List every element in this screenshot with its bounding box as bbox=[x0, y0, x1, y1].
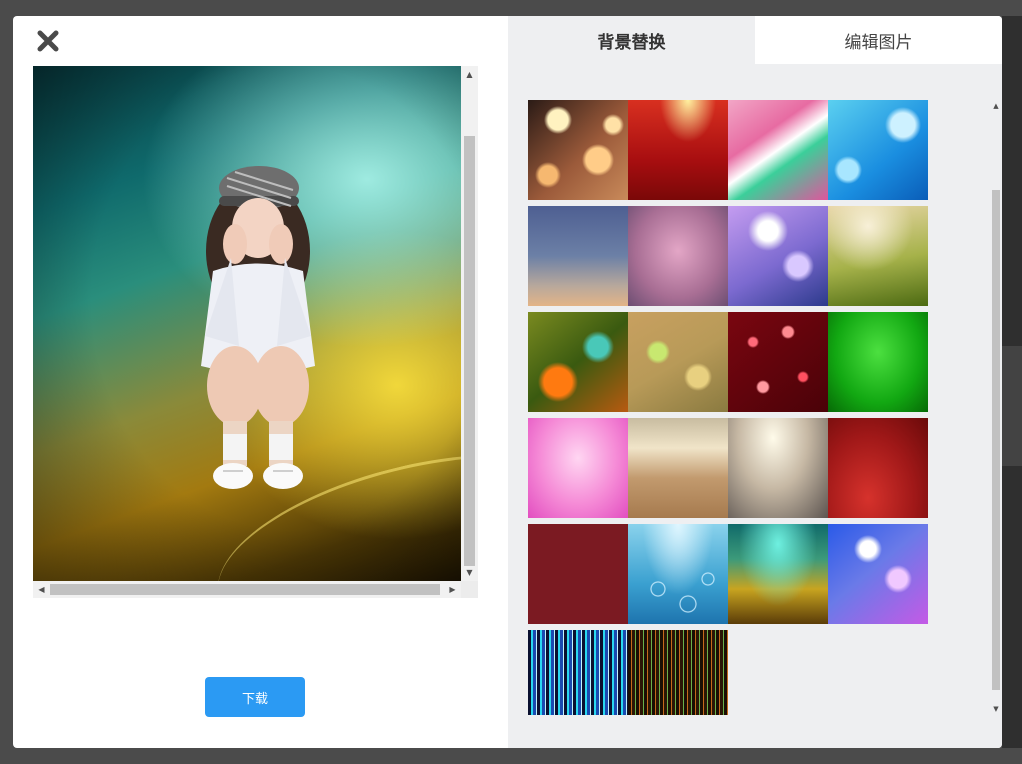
background-thumb-red-sparkle[interactable] bbox=[728, 312, 828, 412]
download-button[interactable]: 下载 bbox=[205, 677, 305, 717]
list-scroll-thumb[interactable] bbox=[992, 190, 1000, 690]
tab-background-replace[interactable]: 背景替换 bbox=[508, 16, 755, 64]
list-scroll-up-icon[interactable]: ▲ bbox=[990, 100, 1002, 112]
background-thumb-beige-blur[interactable] bbox=[628, 418, 728, 518]
background-list-scrollbar[interactable]: ▲ ▼ bbox=[990, 100, 1002, 715]
background-thumb-pink-swirl[interactable] bbox=[728, 100, 828, 200]
image-preview: ▲ ▼ ◀ ▶ bbox=[33, 66, 478, 598]
background-thumb-gold-green[interactable] bbox=[628, 312, 728, 412]
background-replace-dialog: ▲ ▼ ◀ ▶ 下载 背景替换 编辑图片 ▲ ▼ bbox=[13, 16, 1002, 748]
background-thumb-red-stage[interactable] bbox=[628, 100, 728, 200]
close-icon[interactable] bbox=[35, 28, 61, 54]
tab-bar: 背景替换 编辑图片 bbox=[508, 16, 1002, 64]
background-thumb-blue-bokeh[interactable] bbox=[828, 100, 928, 200]
background-thumb-light-streaks[interactable] bbox=[528, 630, 628, 715]
preview-canvas bbox=[33, 66, 461, 581]
tab-edit-image[interactable]: 编辑图片 bbox=[755, 16, 1002, 64]
background-thumb-grey-blur[interactable] bbox=[728, 418, 828, 518]
background-thumb-bubbles[interactable] bbox=[628, 524, 728, 624]
background-thumb-pink-blur[interactable] bbox=[628, 206, 728, 306]
background-thumb-brown-stripes[interactable] bbox=[628, 630, 728, 715]
preview-vertical-scrollbar[interactable]: ▲ ▼ bbox=[461, 66, 478, 581]
right-panel: 背景替换 编辑图片 ▲ ▼ bbox=[508, 16, 1002, 748]
background-thumb-purple-bokeh[interactable] bbox=[728, 206, 828, 306]
background-thumb-red-gradient[interactable] bbox=[828, 418, 928, 518]
background-thumbnail-grid bbox=[528, 100, 928, 715]
horizontal-scroll-thumb[interactable] bbox=[50, 584, 440, 595]
page-backdrop bbox=[1002, 16, 1022, 748]
background-thumb-bokeh-orange[interactable] bbox=[528, 100, 628, 200]
background-thumb-blue-purple[interactable] bbox=[828, 524, 928, 624]
subject-cutout bbox=[201, 166, 315, 489]
background-thumb-teal-gold[interactable] bbox=[728, 524, 828, 624]
vertical-scroll-thumb[interactable] bbox=[464, 136, 475, 566]
background-thumb-magenta-fade[interactable] bbox=[528, 418, 628, 518]
scroll-right-icon[interactable]: ▶ bbox=[444, 581, 461, 598]
scroll-up-icon[interactable]: ▲ bbox=[461, 66, 478, 83]
background-thumb-autumn-bokeh[interactable] bbox=[528, 312, 628, 412]
preview-horizontal-scrollbar[interactable]: ◀ ▶ bbox=[33, 581, 461, 598]
scroll-down-icon[interactable]: ▼ bbox=[461, 564, 478, 581]
background-thumb-maroon[interactable] bbox=[528, 524, 628, 624]
scroll-left-icon[interactable]: ◀ bbox=[33, 581, 50, 598]
background-thumb-green-glow[interactable] bbox=[828, 312, 928, 412]
list-scroll-down-icon[interactable]: ▼ bbox=[990, 703, 1002, 715]
background-thumb-olive-bokeh[interactable] bbox=[828, 206, 928, 306]
background-thumb-dusk[interactable] bbox=[528, 206, 628, 306]
